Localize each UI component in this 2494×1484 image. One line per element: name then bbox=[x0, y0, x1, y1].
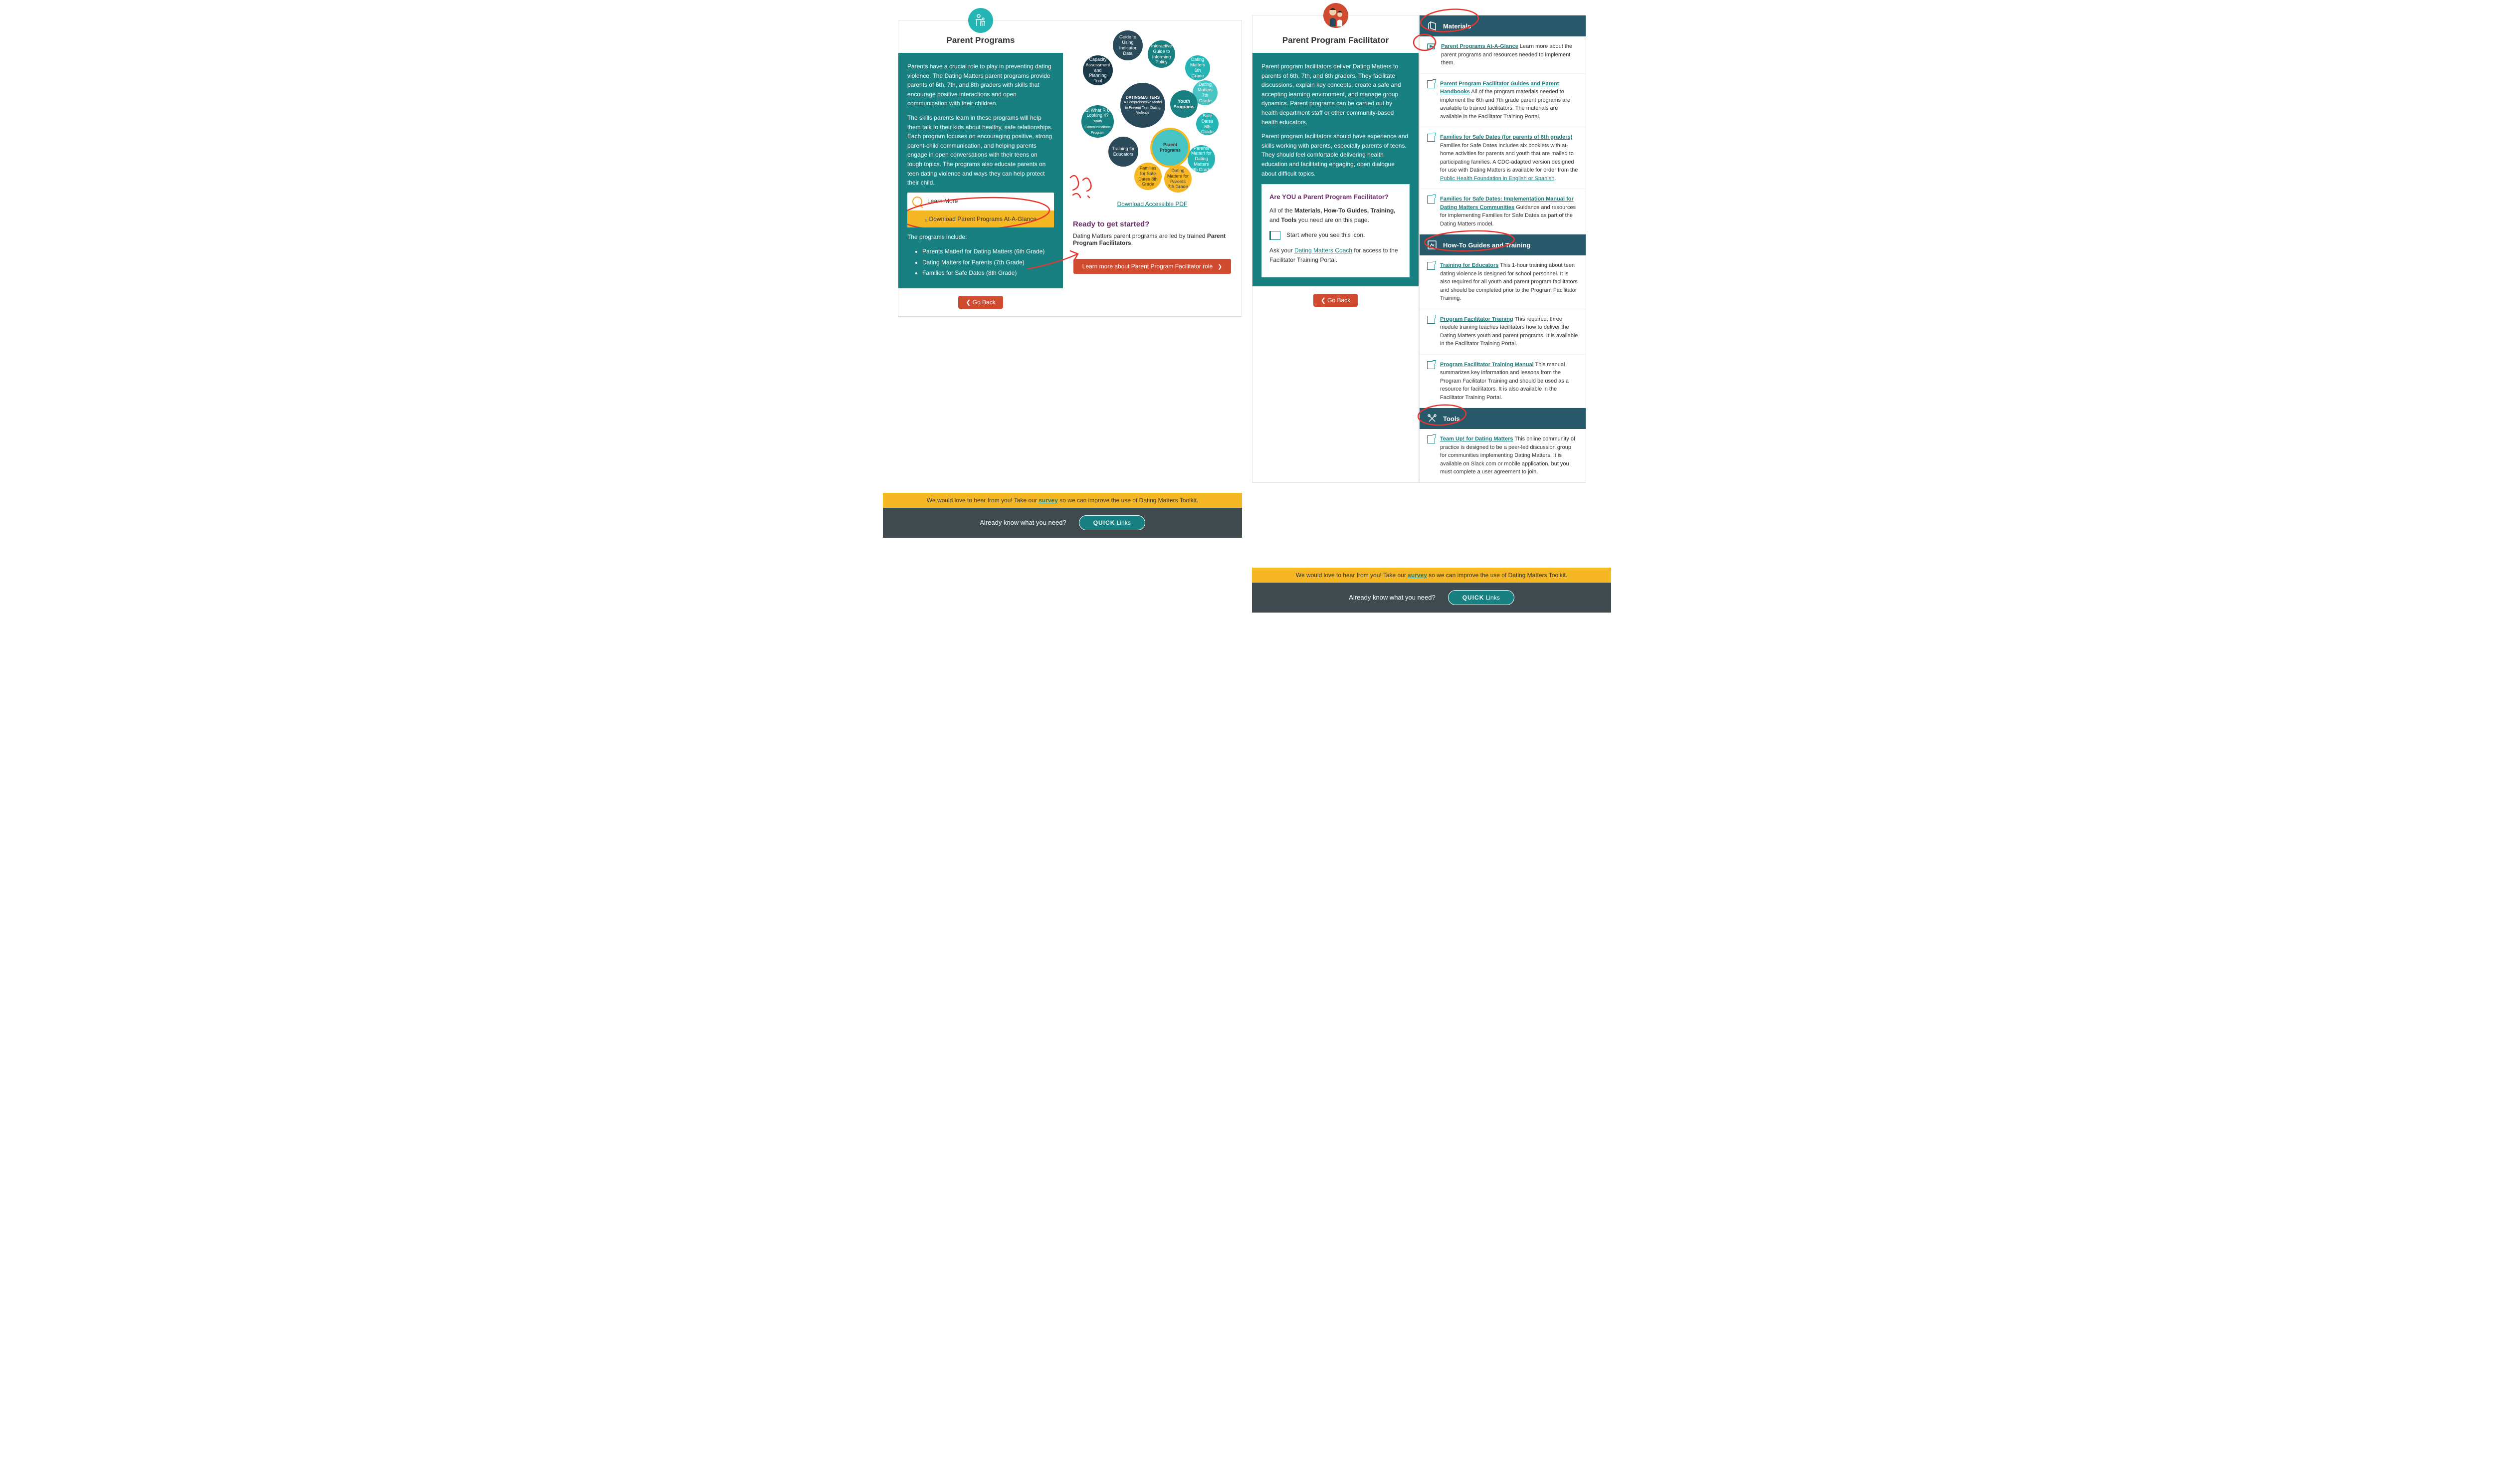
link[interactable]: Program Facilitator Training bbox=[1440, 316, 1513, 322]
p2: Parent program facilitators should have … bbox=[1261, 132, 1410, 178]
magnifier-icon bbox=[912, 197, 922, 207]
material-item: Families for Safe Dates (for parents of … bbox=[1420, 127, 1586, 189]
flag-start-icon bbox=[1427, 42, 1436, 51]
facilitator-icon bbox=[1323, 3, 1348, 28]
pdf-link[interactable]: Download Accessible PDF bbox=[1117, 201, 1188, 208]
quick-label: Already know what you need? bbox=[980, 519, 1066, 526]
tools-icon bbox=[1427, 414, 1437, 424]
howto-item: Training for Educators This 1-hour train… bbox=[1420, 255, 1586, 309]
material-item: Parent Programs At-A-Glance Learn more a… bbox=[1420, 36, 1586, 74]
bubble-highlight: Parent Programs bbox=[1150, 128, 1190, 168]
survey-link[interactable]: survey bbox=[1039, 497, 1058, 504]
bubble: Safe Dates 8th Grade bbox=[1196, 113, 1219, 135]
learn-more-label: Learn More bbox=[927, 197, 958, 206]
material-item: Families for Safe Dates: Implementation … bbox=[1420, 189, 1586, 234]
link[interactable]: Team Up! for Dating Matters bbox=[1440, 436, 1513, 442]
are-you-box: Are YOU a Parent Program Facilitator? Al… bbox=[1261, 184, 1410, 277]
ready-text: Dating Matters parent programs are led b… bbox=[1073, 232, 1232, 246]
p1: Parent program facilitators deliver Dati… bbox=[1261, 62, 1410, 127]
screen2-panel: Parent Program Facilitator Parent progra… bbox=[1252, 15, 1596, 483]
link[interactable]: Public Health Foundation in English or S… bbox=[1440, 176, 1554, 182]
bubble: Capacity Assessment and Planning Tool bbox=[1083, 55, 1113, 85]
screen1-teal: Parents have a crucial role to play in p… bbox=[898, 53, 1063, 288]
quick-label: Already know what you need? bbox=[1349, 594, 1435, 601]
link[interactable]: Training for Educators bbox=[1440, 262, 1498, 268]
download-button[interactable]: ⤓ Download Parent Programs At-A-Glance bbox=[907, 211, 1054, 228]
survey-bar: We would love to hear from you! Take our… bbox=[883, 493, 1242, 508]
bubble: Interactive Guide to Informing Policy bbox=[1148, 40, 1175, 68]
are-you-heading: Are YOU a Parent Program Facilitator? bbox=[1269, 192, 1402, 202]
external-icon bbox=[1427, 80, 1435, 88]
howto-item: Program Facilitator Training This requir… bbox=[1420, 309, 1586, 355]
guides-icon bbox=[1427, 240, 1437, 250]
programs-include: The programs include: bbox=[907, 232, 1054, 242]
parent-icon bbox=[968, 8, 993, 33]
flag-icon bbox=[1269, 231, 1280, 240]
list-item: Parents Matter! for Dating Matters (6th … bbox=[922, 247, 1054, 256]
bubble-center: DATINGMATTERSA Comprehensive Model to Pr… bbox=[1120, 83, 1165, 128]
materials-header: Materials bbox=[1420, 15, 1586, 36]
external-icon bbox=[1427, 134, 1435, 142]
bubble: Dating Matters 6th Grade bbox=[1185, 55, 1210, 80]
chevron-right-icon: ❯ bbox=[1218, 263, 1222, 270]
bubble: Training for Educators bbox=[1108, 137, 1138, 167]
learn-facilitator-button[interactable]: Learn more about Parent Program Facilita… bbox=[1073, 259, 1232, 274]
bubble: i2i What R U Looking 4?Youth Communicati… bbox=[1081, 105, 1114, 138]
ready-section: Ready to get started? Dating Matters par… bbox=[1070, 220, 1234, 246]
p2: The skills parents learn in these progra… bbox=[907, 113, 1054, 188]
survey-link[interactable]: survey bbox=[1408, 572, 1427, 579]
screen1-left: Parent Programs Parents have a crucial r… bbox=[898, 20, 1063, 316]
survey-bar: We would love to hear from you! Take our… bbox=[1252, 568, 1611, 583]
howto-item: Program Facilitator Training Manual This… bbox=[1420, 355, 1586, 409]
link[interactable]: Program Facilitator Training Manual bbox=[1440, 362, 1534, 368]
p1: Parents have a crucial role to play in p… bbox=[907, 62, 1054, 108]
are-you-p1: All of the Materials, How-To Guides, Tra… bbox=[1269, 206, 1402, 224]
external-icon bbox=[1427, 196, 1435, 204]
bubble: Guide to Using Indicator Data bbox=[1113, 30, 1143, 60]
materials-icon bbox=[1427, 21, 1437, 31]
bubble: Parents Matter! for Dating Matters 6th G… bbox=[1188, 145, 1215, 173]
ready-heading: Ready to get started? bbox=[1073, 220, 1232, 228]
learn-more-row[interactable]: Learn More bbox=[907, 193, 1054, 211]
quick-links-button[interactable]: QUICK Links bbox=[1448, 590, 1514, 605]
external-icon bbox=[1427, 316, 1435, 324]
go-back-button[interactable]: ❮ Go Back bbox=[1313, 294, 1358, 307]
programs-list: Parents Matter! for Dating Matters (6th … bbox=[907, 247, 1054, 278]
ask-coach: Ask your Dating Matters Coach for access… bbox=[1269, 246, 1402, 264]
tools-item: Team Up! for Dating Matters This online … bbox=[1420, 429, 1586, 482]
quick-links-button[interactable]: QUICK Links bbox=[1079, 515, 1145, 530]
external-icon bbox=[1427, 262, 1435, 270]
howto-header: How-To Guides and Training bbox=[1420, 234, 1586, 255]
link[interactable]: Families for Safe Dates (for parents of … bbox=[1440, 134, 1572, 140]
bubble: Youth Programs bbox=[1170, 90, 1198, 118]
link[interactable]: Parent Programs At-A-Glance bbox=[1441, 43, 1518, 49]
tools-header: Tools bbox=[1420, 408, 1586, 429]
coach-link[interactable]: Dating Matters Coach bbox=[1294, 247, 1352, 254]
external-icon bbox=[1427, 435, 1435, 443]
quick-bar: Already know what you need? QUICK Links bbox=[1252, 583, 1611, 613]
list-item: Dating Matters for Parents (7th Grade) bbox=[922, 258, 1054, 267]
list-item: Families for Safe Dates (8th Grade) bbox=[922, 268, 1054, 278]
bubble: Dating Matters for Parents 7th Grade bbox=[1164, 165, 1192, 193]
screen1-panel: Parent Programs Parents have a crucial r… bbox=[898, 20, 1242, 317]
bubble-diagram: Guide to Using Indicator Data Interactiv… bbox=[1070, 28, 1234, 188]
quick-bar: Already know what you need? QUICK Links bbox=[883, 508, 1242, 538]
external-icon bbox=[1427, 361, 1435, 369]
bubble: Families for Safe Dates 8th Grade bbox=[1134, 163, 1162, 190]
screen2-teal: Parent program facilitators deliver Dati… bbox=[1252, 53, 1419, 286]
diagram-col: Guide to Using Indicator Data Interactiv… bbox=[1063, 20, 1242, 316]
start-here-text: Start where you see this icon. bbox=[1286, 230, 1365, 240]
go-back-button[interactable]: ❮ Go Back bbox=[958, 296, 1003, 309]
learn-more-box: Learn More ⤓ Download Parent Programs At… bbox=[907, 193, 1054, 228]
material-item: Parent Program Facilitator Guides and Pa… bbox=[1420, 74, 1586, 128]
